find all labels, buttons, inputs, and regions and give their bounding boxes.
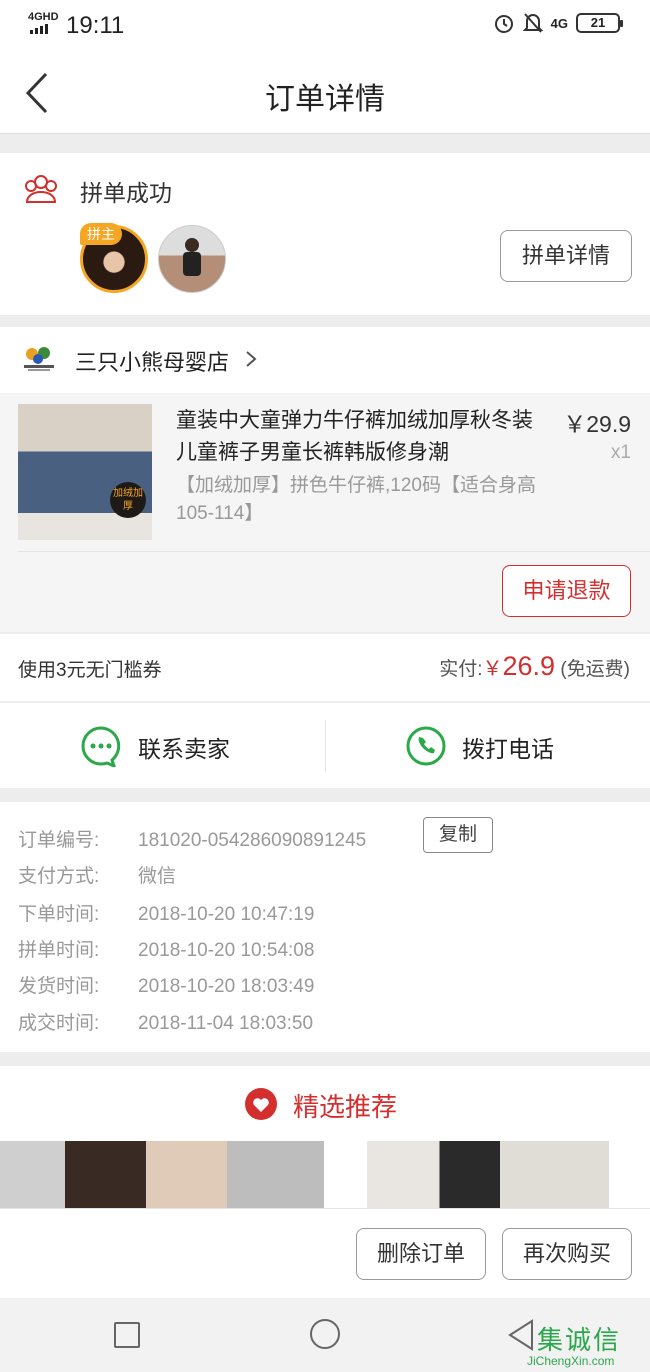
deal-time-row: 成交时间: 2018-11-04 18:03:50 [18,1013,314,1034]
group-people-icon [25,175,57,203]
status-bar: 4GHD 19:11 4G 21 [0,0,650,52]
recommend-item-image[interactable] [0,1141,324,1208]
chat-icon[interactable] [80,725,122,767]
alarm-icon [494,15,513,33]
order-time-row: 下单时间: 2018-10-20 10:47:19 [18,904,315,925]
refund-button[interactable]: 申请退款 [502,565,631,617]
divider [18,551,650,552]
coupon-text: 使用3元无门槛券 [18,660,162,681]
payment-method-row: 支付方式: 微信 [18,866,177,887]
page-title: 订单详情 [265,83,385,116]
heart-icon [245,1088,277,1120]
group-detail-button[interactable]: 拼单详情 [500,230,632,282]
delete-order-button[interactable]: 删除订单 [356,1228,486,1280]
product-quantity: x1 [610,442,631,463]
buy-again-button[interactable]: 再次购买 [502,1228,632,1280]
watermark-logo: 集诚信 JiChengXin.com [527,1325,622,1368]
shop-name[interactable]: 三只小熊母婴店 [75,345,229,377]
contact-divider [325,720,326,772]
paid-label: 实付: [439,659,483,680]
paid-summary: 实付:￥26.9 (免运费) [439,651,630,682]
contact-seller-button[interactable]: 联系卖家 [138,730,230,764]
product-image-tag: 加绒加厚 [110,482,146,518]
shop-logo-icon[interactable] [22,345,56,373]
order-number: 181020-054286090891245 [138,830,367,851]
product-image[interactable]: 加绒加厚 [18,404,152,540]
chevron-right-icon[interactable] [244,346,258,372]
mute-icon [522,13,543,33]
recommend-item-image[interactable] [367,1141,609,1208]
currency-symbol: ￥ [482,658,503,680]
phone-icon[interactable] [405,725,447,767]
home-icon[interactable] [310,1319,340,1349]
product-title[interactable]: 童装中大童弹力牛仔裤加绒加厚秋冬装儿童裤子男童长裤韩版修身潮 [176,405,541,469]
product-price: ￥29.9 [563,411,631,437]
battery-icon: 21 [576,13,623,33]
status-right: 4G 21 [493,12,623,34]
paid-amount: 26.9 [502,651,556,681]
shipping-note: (免运费) [560,659,630,680]
network-type: 4GHD [28,11,59,23]
product-spec: 【加绒加厚】拼色牛仔裤,120码【适合身高105-114】 [176,475,536,524]
copy-button[interactable]: 复制 [423,817,493,853]
recent-apps-icon[interactable] [114,1322,140,1348]
network-type-right: 4G [550,15,568,31]
status-time: 19:11 [66,12,125,39]
signal-icon [30,24,48,34]
navigation-bar: 订单详情 [0,52,650,134]
group-status-text: 拼单成功 [80,180,172,206]
ship-time-row: 发货时间: 2018-10-20 18:03:49 [18,976,315,997]
group-time-row: 拼单时间: 2018-10-20 10:54:08 [18,940,315,961]
call-phone-button[interactable]: 拨打电话 [462,730,554,764]
recommend-title: 精选推荐 [293,1092,398,1122]
order-number-row: 订单编号: 181020-054286090891245 [18,830,367,851]
avatar-member[interactable] [158,225,226,293]
host-badge: 拼主 [80,223,122,245]
